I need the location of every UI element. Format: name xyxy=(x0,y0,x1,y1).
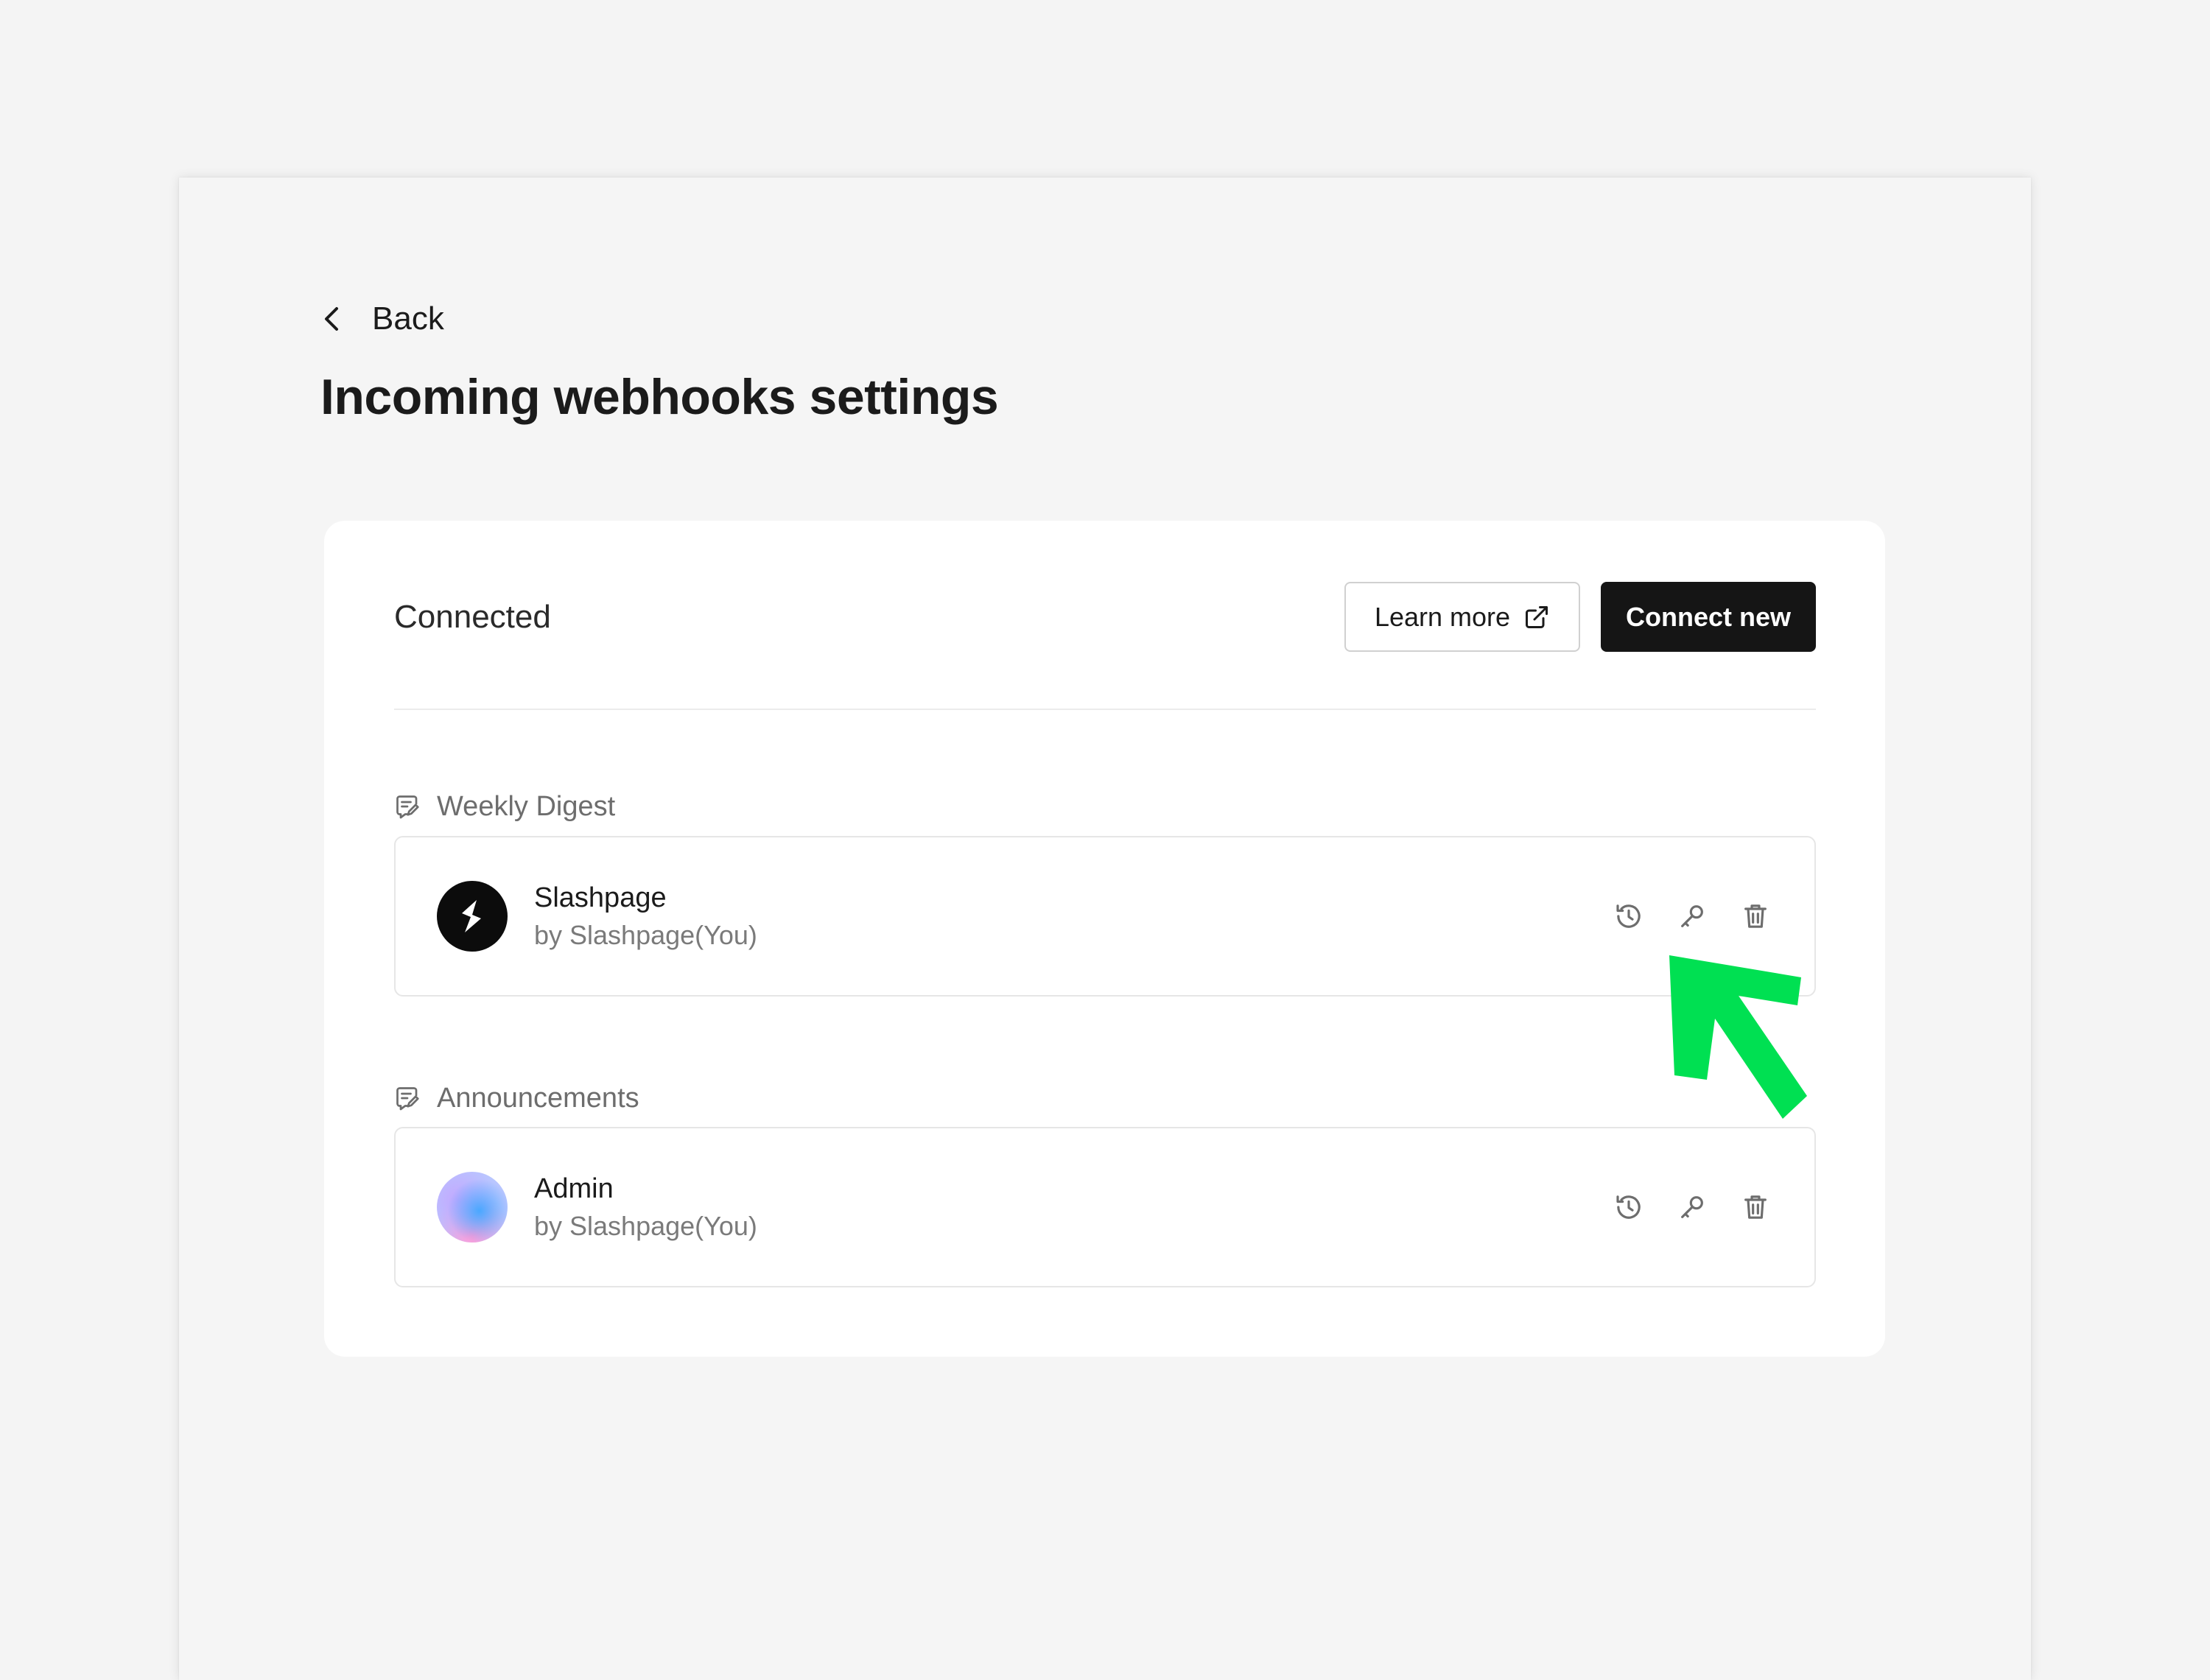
group-label-announcements: Announcements xyxy=(394,1076,639,1120)
group-label-text: Announcements xyxy=(437,1082,639,1114)
webhook-item-admin: Admin by Slashpage(You) xyxy=(394,1127,1816,1287)
back-link[interactable]: Back xyxy=(320,293,444,345)
annotation-arrow-icon xyxy=(1669,955,1807,1119)
chevron-left-icon xyxy=(320,304,343,334)
connect-new-label: Connect new xyxy=(1625,601,1791,632)
item-text: Slashpage by Slashpage(You) xyxy=(534,882,757,951)
connected-heading: Connected xyxy=(394,598,551,635)
page-title: Incoming webhooks settings xyxy=(320,369,999,425)
edit-note-icon xyxy=(394,793,421,820)
group-label-text: Weekly Digest xyxy=(437,790,616,822)
card-header: Connected Learn more Connect new xyxy=(394,582,1816,652)
item-actions xyxy=(1614,901,1770,931)
trash-icon[interactable] xyxy=(1741,901,1770,931)
item-name: Admin xyxy=(534,1173,614,1204)
avatar xyxy=(437,1172,508,1243)
slashpage-logo xyxy=(462,900,481,932)
item-actions xyxy=(1614,1192,1770,1222)
key-icon[interactable] xyxy=(1677,901,1707,931)
item-owner: by Slashpage(You) xyxy=(534,1210,757,1241)
item-owner: by Slashpage(You) xyxy=(534,919,757,950)
header-actions: Learn more Connect new xyxy=(1344,582,1816,652)
edit-note-icon xyxy=(394,1085,421,1111)
external-link-icon xyxy=(1523,604,1550,630)
webhooks-card: Connected Learn more Connect new Weekly … xyxy=(324,521,1885,1357)
trash-icon[interactable] xyxy=(1741,1192,1770,1222)
learn-more-label: Learn more xyxy=(1374,601,1511,632)
learn-more-button[interactable]: Learn more xyxy=(1344,582,1580,652)
history-icon[interactable] xyxy=(1614,1192,1644,1222)
group-label-weekly-digest: Weekly Digest xyxy=(394,784,615,829)
connect-new-button[interactable]: Connect new xyxy=(1601,582,1816,652)
back-label: Back xyxy=(372,300,444,337)
item-name: Slashpage xyxy=(534,882,667,913)
webhook-item-slashpage: Slashpage by Slashpage(You) xyxy=(394,836,1816,997)
avatar xyxy=(437,881,508,952)
divider xyxy=(394,709,1816,710)
history-icon[interactable] xyxy=(1614,901,1644,931)
key-icon[interactable] xyxy=(1677,1192,1707,1222)
item-text: Admin by Slashpage(You) xyxy=(534,1173,757,1242)
